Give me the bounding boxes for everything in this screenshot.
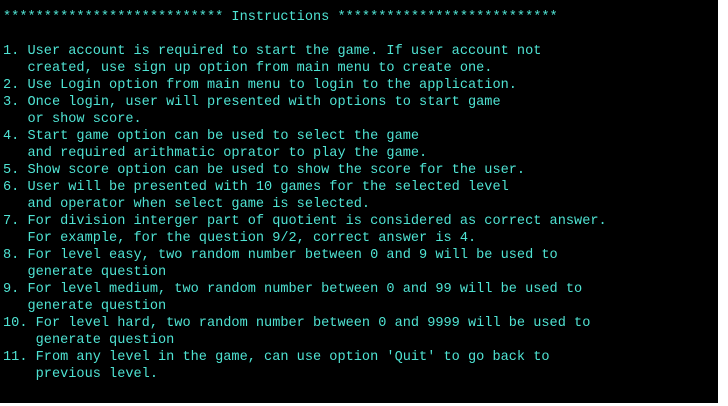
instruction-line: 3. Once login, user will presented with … <box>3 95 501 110</box>
instruction-line: generate question <box>3 333 175 348</box>
console-window: *************************** Instructions… <box>0 0 728 406</box>
instruction-line: and required arithmatic oprator to play … <box>3 146 428 161</box>
instruction-line: generate question <box>3 265 167 280</box>
instruction-line: and operator when select game is selecte… <box>3 197 371 212</box>
instruction-line: created, use sign up option from main me… <box>3 61 493 76</box>
instruction-line: 5. Show score option can be used to show… <box>3 163 526 178</box>
instructions-text: *************************** Instructions… <box>3 9 718 383</box>
instruction-line: previous level. <box>3 367 158 382</box>
instruction-line: or show score. <box>3 112 142 127</box>
instruction-line: 7. For division interger part of quotien… <box>3 214 607 229</box>
instructions-header: *************************** Instructions… <box>3 10 558 25</box>
instruction-line: 4. Start game option can be used to sele… <box>3 129 420 144</box>
instruction-line: 11. From any level in the game, can use … <box>3 350 550 365</box>
scrollbar[interactable] <box>718 0 728 406</box>
instruction-line: 2. Use Login option from main menu to lo… <box>3 78 517 93</box>
console-output: *************************** Instructions… <box>0 0 718 403</box>
instruction-line: 8. For level easy, two random number bet… <box>3 248 558 263</box>
instruction-line: 10. For level hard, two random number be… <box>3 316 591 331</box>
instruction-line: For example, for the question 9/2, corre… <box>3 231 477 246</box>
instruction-line: 1. User account is required to start the… <box>3 44 542 59</box>
instruction-line: 6. User will be presented with 10 games … <box>3 180 509 195</box>
instruction-line: generate question <box>3 299 167 314</box>
instruction-line: 9. For level medium, two random number b… <box>3 282 583 297</box>
